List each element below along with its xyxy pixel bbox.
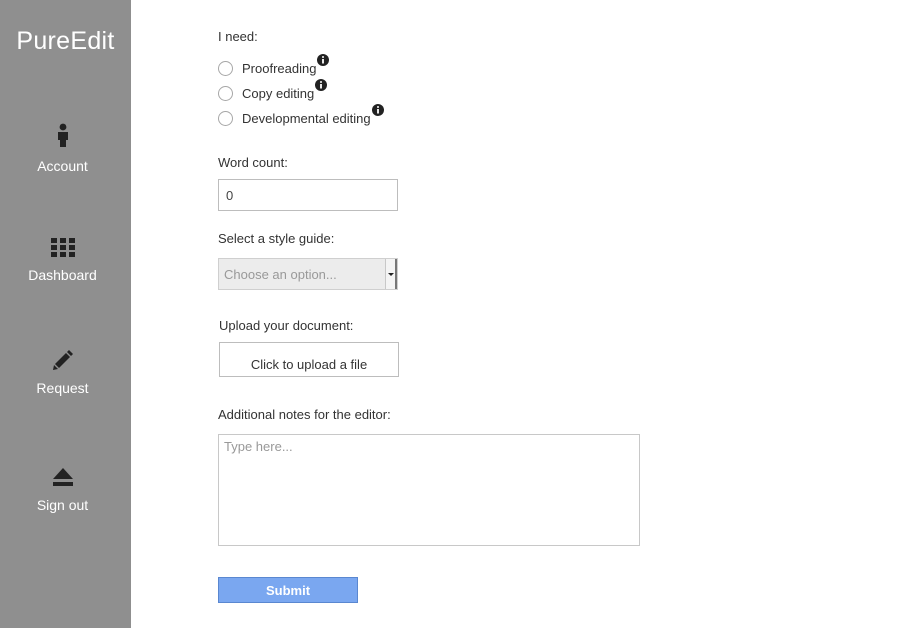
proofreading-radio[interactable] (218, 60, 233, 76)
chevron-down-icon[interactable] (385, 259, 397, 289)
style-guide-label: Select a style guide: (218, 231, 335, 246)
style-guide-placeholder: Choose an option... (224, 267, 337, 282)
sidebar-item-label: Request (36, 380, 89, 396)
word-count-input[interactable] (218, 179, 398, 211)
notes-textarea[interactable]: Type here... (218, 434, 640, 546)
option-developmental-editing[interactable]: Developmental editing (218, 104, 384, 127)
sidebar: PureEdit Account Dashboard Request Sign … (0, 0, 131, 628)
sidebar-item-label: Account (37, 158, 88, 174)
sidebar-item-account[interactable]: Account (0, 123, 125, 174)
notes-label: Additional notes for the editor: (218, 407, 391, 422)
sidebar-item-request[interactable]: Request (0, 349, 125, 396)
option-copy-editing[interactable]: Copy editing (218, 79, 328, 102)
sidebar-item-dashboard[interactable]: Dashboard (0, 238, 125, 283)
grid-icon (0, 238, 125, 261)
eject-icon (0, 468, 125, 491)
option-label: Developmental editing (242, 110, 371, 126)
person-icon (0, 123, 125, 152)
upload-button[interactable]: Click to upload a file (219, 342, 399, 377)
option-proofreading[interactable]: Proofreading (218, 54, 330, 77)
sidebar-item-label: Dashboard (28, 267, 97, 283)
sidebar-item-sign-out[interactable]: Sign out (0, 468, 125, 513)
pencil-icon (0, 349, 125, 374)
info-icon[interactable] (315, 79, 328, 91)
need-label: I need: (218, 29, 258, 44)
info-icon[interactable] (317, 54, 330, 66)
info-icon[interactable] (371, 104, 384, 116)
option-label: Proofreading (242, 60, 317, 76)
developmental-editing-radio[interactable] (218, 110, 233, 126)
sidebar-item-label: Sign out (36, 497, 89, 513)
notes-placeholder: Type here... (224, 439, 293, 454)
option-label: Copy editing (242, 85, 315, 101)
upload-label: Upload your document: (219, 318, 354, 333)
style-guide-select[interactable]: Choose an option... (218, 258, 398, 290)
copy-editing-radio[interactable] (218, 85, 233, 101)
app-logo: PureEdit (16, 27, 115, 55)
submit-button[interactable]: Submit (218, 577, 358, 603)
word-count-label: Word count: (218, 155, 288, 170)
